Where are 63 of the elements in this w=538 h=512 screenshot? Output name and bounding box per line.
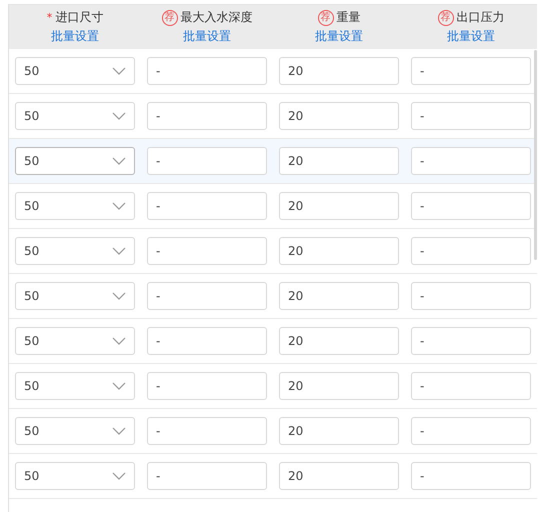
input-field[interactable]: -	[411, 282, 531, 310]
recommend-badge: 荐	[438, 10, 454, 26]
chevron-down-icon	[112, 67, 126, 75]
input-field[interactable]: 20	[279, 237, 399, 265]
input-field[interactable]: 20	[279, 57, 399, 85]
select-field[interactable]: 50	[15, 417, 135, 445]
input-field[interactable]: -	[411, 327, 531, 355]
batch-set-link[interactable]: 批量设置	[315, 28, 363, 45]
input-field[interactable]: -	[411, 372, 531, 400]
chevron-down-icon	[112, 427, 126, 435]
input-field[interactable]: -	[147, 417, 267, 445]
input-field[interactable]: 20	[279, 282, 399, 310]
select-field[interactable]: 50	[15, 327, 135, 355]
input-field[interactable]: -	[411, 57, 531, 85]
chevron-down-icon	[112, 202, 126, 210]
select-field[interactable]: 50	[15, 57, 135, 85]
input-field[interactable]: 20	[279, 327, 399, 355]
chevron-down-icon	[112, 472, 126, 480]
input-field[interactable]: 20	[279, 417, 399, 445]
input-field[interactable]: 20	[279, 102, 399, 130]
input-field[interactable]: -	[411, 417, 531, 445]
chevron-down-icon	[112, 382, 126, 390]
column-title: 最大入水深度	[180, 9, 252, 26]
batch-set-link[interactable]: 批量设置	[447, 28, 495, 45]
input-field[interactable]: -	[411, 192, 531, 220]
column-title: 重量	[336, 9, 360, 26]
batch-set-link[interactable]: 批量设置	[183, 28, 231, 45]
input-field[interactable]: -	[147, 102, 267, 130]
chevron-down-icon	[112, 247, 126, 255]
batch-set-link[interactable]: 批量设置	[51, 28, 99, 45]
chevron-down-icon	[112, 292, 126, 300]
select-field[interactable]: 50	[15, 282, 135, 310]
select-field[interactable]: 50	[15, 102, 135, 130]
chevron-down-icon	[112, 112, 126, 120]
input-field[interactable]: -	[411, 102, 531, 130]
required-mark: *	[46, 11, 52, 24]
input-field[interactable]: 20	[279, 372, 399, 400]
recommend-badge: 荐	[318, 10, 334, 26]
select-field[interactable]: 50	[15, 147, 135, 175]
input-field[interactable]: 20	[279, 147, 399, 175]
recommend-badge: 荐	[162, 10, 178, 26]
select-field[interactable]: 50	[15, 237, 135, 265]
select-field[interactable]: 50	[15, 462, 135, 490]
input-field[interactable]: -	[411, 237, 531, 265]
input-field[interactable]: -	[147, 282, 267, 310]
input-field[interactable]: -	[411, 462, 531, 490]
chevron-down-icon	[112, 337, 126, 345]
select-field[interactable]: 50	[15, 192, 135, 220]
select-field[interactable]: 50	[15, 372, 135, 400]
input-field[interactable]: -	[147, 462, 267, 490]
input-field[interactable]: -	[147, 192, 267, 220]
input-field[interactable]: -	[147, 327, 267, 355]
input-field[interactable]: -	[411, 147, 531, 175]
column-title: 进口尺寸	[55, 9, 104, 26]
input-field[interactable]: -	[147, 372, 267, 400]
input-field[interactable]: 20	[279, 462, 399, 490]
input-field[interactable]: 20	[279, 192, 399, 220]
input-field[interactable]: -	[147, 237, 267, 265]
chevron-down-icon	[112, 157, 126, 165]
scrollbar[interactable]	[534, 50, 537, 260]
column-title: 出口压力	[456, 9, 504, 26]
input-field[interactable]: -	[147, 147, 267, 175]
input-field[interactable]: -	[147, 57, 267, 85]
